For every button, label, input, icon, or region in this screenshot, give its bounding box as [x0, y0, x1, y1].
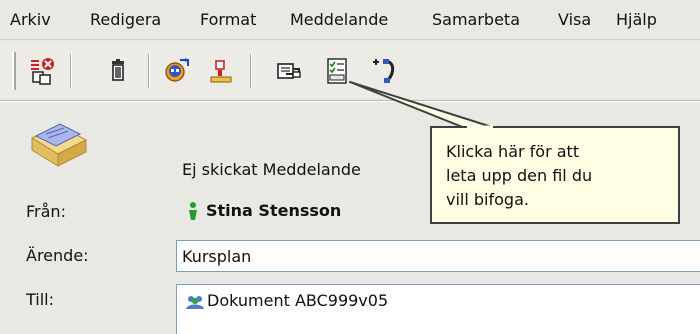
menu-bar: Arkiv Redigera Format Meddelande Samarbe…	[0, 0, 700, 40]
envelope-icon	[24, 120, 94, 170]
reply-person-icon[interactable]	[162, 56, 192, 86]
document-group-icon	[185, 293, 205, 311]
attach-tooltip: Klicka här för att leta upp den fil du v…	[430, 126, 680, 224]
toolbar-separator	[250, 54, 252, 88]
to-field[interactable]: Dokument ABC999v05	[176, 284, 700, 334]
toolbar	[0, 42, 700, 98]
toolbar-separator	[148, 54, 150, 88]
person-user-icon[interactable]	[206, 56, 236, 86]
to-label: Till:	[26, 290, 55, 309]
toolbar-grip[interactable]	[12, 52, 16, 90]
menu-meddelande[interactable]: Meddelande	[290, 10, 388, 29]
subject-field[interactable]: Kursplan	[176, 240, 700, 272]
toolbar-divider	[0, 100, 700, 102]
menu-format[interactable]: Format	[200, 10, 256, 29]
menu-visa[interactable]: Visa	[558, 10, 591, 29]
message-status: Ej skickat Meddelande	[182, 160, 361, 179]
tooltip-line-2: leta upp den fil du	[446, 166, 593, 185]
phone-add-icon[interactable]	[368, 56, 398, 86]
presence-status-icon	[186, 200, 200, 222]
menu-arkiv[interactable]: Arkiv	[10, 10, 51, 29]
from-value: Stina Stensson	[206, 201, 342, 220]
menu-samarbeta[interactable]: Samarbeta	[432, 10, 520, 29]
to-value: Dokument ABC999v05	[207, 291, 389, 310]
menu-hjalp[interactable]: Hjälp	[616, 10, 657, 29]
from-label: Från:	[26, 202, 66, 221]
send-status-icon[interactable]	[28, 56, 58, 86]
trash-icon[interactable]	[104, 56, 134, 86]
menu-redigera[interactable]: Redigera	[90, 10, 161, 29]
attach-file-icon[interactable]	[274, 56, 304, 86]
checklist-icon[interactable]	[322, 56, 352, 86]
tooltip-line-3: vill bifoga.	[446, 190, 529, 209]
tooltip-line-1: Klicka här för att	[446, 142, 580, 161]
subject-value: Kursplan	[182, 247, 252, 266]
subject-label: Ärende:	[26, 246, 89, 265]
toolbar-separator	[70, 54, 72, 88]
